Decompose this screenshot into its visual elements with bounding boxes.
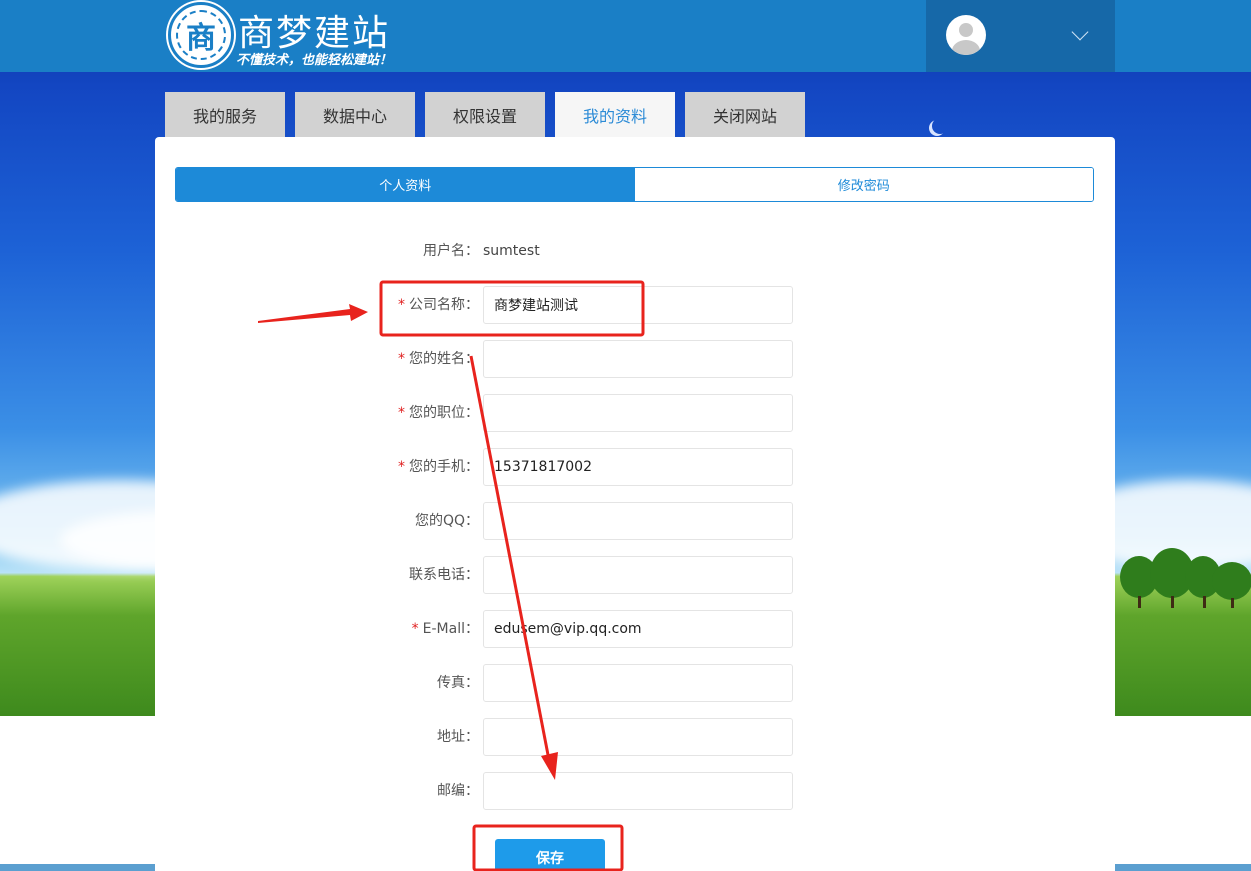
email-input[interactable] [483,610,793,648]
subtab-change-password[interactable]: 修改密码 [634,168,1093,201]
company-name-label: 公司名称： [409,297,479,313]
address-label: 地址： [437,729,479,745]
profile-panel: 个人资料 修改密码 用户名： sumtest *公司名称： *您的姓名： *您的… [155,137,1115,871]
tab-my-profile[interactable]: 我的资料 [555,92,675,138]
required-mark: * [398,297,405,313]
subtab-personal-info[interactable]: 个人资料 [176,168,635,201]
position-label: 您的职位： [409,405,479,421]
postcode-input[interactable] [483,772,793,810]
position-row: * 您的职位： [155,394,1115,432]
name-label: 您的姓名： [409,351,479,367]
email-row: * E-Mall： [155,610,1115,648]
mobile-row: * 您的手机： [155,448,1115,486]
email-label: E-Mall： [422,621,479,637]
logo[interactable]: 商 [168,2,234,68]
tab-data-center[interactable]: 数据中心 [295,92,415,138]
phone-row: 联系电话： [155,556,1115,594]
required-mark: * [398,351,405,367]
username-row: 用户名： sumtest [155,232,1115,270]
postcode-label: 邮编： [437,783,479,799]
phone-input[interactable] [483,556,793,594]
mobile-label: 您的手机： [409,459,479,475]
user-menu[interactable] [926,0,1115,72]
mobile-input[interactable] [483,448,793,486]
qq-row: 您的QQ： [155,502,1115,540]
fax-row: 传真： [155,664,1115,702]
tab-permission-settings[interactable]: 权限设置 [425,92,545,138]
name-row: * 您的姓名： [155,340,1115,378]
avatar-icon[interactable] [946,15,986,55]
name-input[interactable] [483,340,793,378]
address-row: 地址： [155,718,1115,756]
chevron-down-icon[interactable] [1071,23,1089,41]
sub-tabs: 个人资料 修改密码 [175,167,1094,202]
company-name-input[interactable] [483,286,793,324]
top-header: 商 商梦建站 不懂技术，也能轻松建站！ [0,0,1251,72]
phone-label: 联系电话： [409,567,479,583]
postcode-row: 邮编： [155,772,1115,810]
company-name-row: * 公司名称： [155,286,1115,324]
position-input[interactable] [483,394,793,432]
tab-close-website[interactable]: 关闭网站 [685,92,805,138]
save-button[interactable]: 保存 [495,839,605,871]
required-mark: * [411,621,419,637]
required-mark: * [398,405,405,421]
required-mark: * [398,459,405,475]
logo-glyph: 商 [176,10,226,60]
qq-label: 您的QQ： [414,513,479,529]
username-label: 用户名： [423,243,479,259]
brand-slogan: 不懂技术，也能轻松建站！ [236,53,393,68]
qq-input[interactable] [483,502,793,540]
fax-input[interactable] [483,664,793,702]
tab-my-services[interactable]: 我的服务 [165,92,285,138]
username-value: sumtest [483,243,540,259]
address-input[interactable] [483,718,793,756]
fax-label: 传真： [437,675,479,691]
moon-icon [932,118,948,134]
